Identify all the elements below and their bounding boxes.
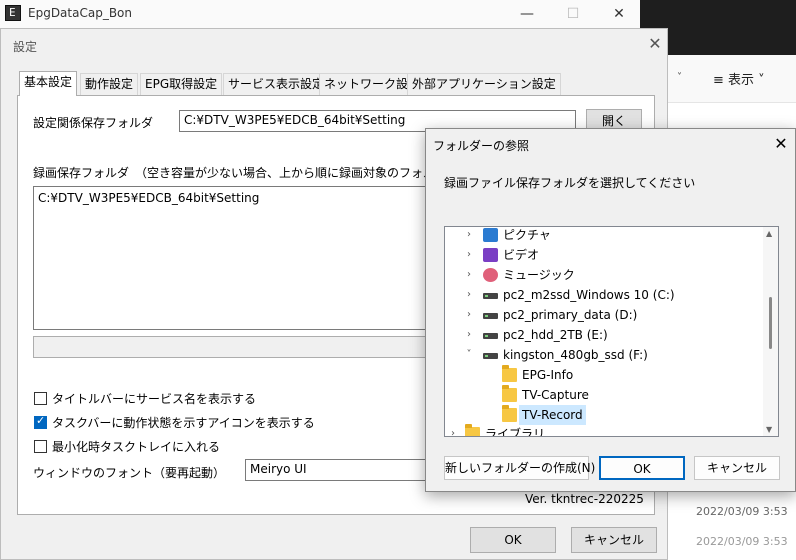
maximize-button[interactable]: ☐ [551, 2, 595, 26]
folder-icon [465, 424, 480, 436]
folder-icon [502, 405, 517, 422]
main-titlebar: EpgDataCap_Bon — ☐ ✕ [0, 0, 640, 28]
folder-tree[interactable]: › ピクチャ › ビデオ › ミュージック › pc2_m2ssd_Window… [444, 226, 779, 437]
tree-item-label: pc2_hdd_2TB (E:) [503, 328, 608, 342]
folder-dialog-instruction: 録画ファイル保存フォルダを選択してください [444, 176, 696, 190]
scroll-up-icon[interactable]: ▲ [766, 229, 772, 238]
main-window-title: EpgDataCap_Bon [28, 6, 132, 20]
tree-item[interactable]: › ライブラリ [445, 424, 763, 437]
explorer-chevron[interactable]: ˅ [677, 72, 682, 83]
tree-item[interactable]: › pc2_m2ssd_Windows 10 (C:) [445, 285, 763, 305]
minimize-button[interactable]: — [505, 2, 549, 26]
window-font-label: ウィンドウのフォント（要再起動） [33, 466, 226, 480]
expand-icon[interactable]: › [447, 424, 459, 436]
videos-icon [483, 248, 498, 262]
folder-cancel-button[interactable]: キャンセル [694, 456, 780, 480]
explorer-date: 2022/03/09 3:53 [696, 535, 788, 548]
folder-icon [502, 385, 517, 402]
tree-item[interactable]: › ビデオ [445, 245, 763, 265]
tree-item[interactable]: ˅ kingston_480gb_ssd (F:) [445, 345, 763, 365]
tree-scrollbar[interactable]: ▲ ▼ [763, 227, 778, 436]
expand-icon[interactable]: › [463, 265, 475, 285]
collapse-icon[interactable]: ˅ [463, 345, 475, 365]
windows-drive-icon [483, 293, 498, 299]
folder-icon [502, 365, 517, 382]
tab-basic[interactable]: 基本設定 [19, 71, 78, 96]
tree-item[interactable]: TV-Capture [445, 385, 763, 405]
pictures-icon [483, 228, 498, 242]
taskbar-icon-label: タスクバーに動作状態を示すアイコンを表示する [52, 416, 315, 430]
expand-icon[interactable]: › [463, 227, 475, 245]
music-icon [483, 268, 498, 282]
tree-item-label: ビデオ [503, 248, 540, 262]
drive-icon [483, 333, 498, 339]
tree-item-label: pc2_primary_data (D:) [503, 308, 638, 322]
new-folder-button[interactable]: 新しいフォルダーの作成(N) [444, 456, 595, 480]
tree-item-label: TV-Record [519, 405, 586, 425]
titlebar-service-label: タイトルバーにサービス名を表示する [52, 392, 257, 406]
drive-icon [483, 313, 498, 319]
expand-icon[interactable]: › [463, 325, 475, 345]
expand-icon[interactable]: › [463, 245, 475, 265]
taskbar-icon-checkbox[interactable] [34, 414, 47, 429]
version-text: Ver. tkntrec-220225 [525, 492, 644, 506]
tree-item-label: ミュージック [503, 268, 575, 282]
tree-item[interactable]: › pc2_primary_data (D:) [445, 305, 763, 325]
tree-item-selected[interactable]: TV-Record [445, 405, 763, 425]
folder-dialog-close-button[interactable]: ✕ [769, 133, 793, 155]
tab-external-app[interactable]: 外部アプリケーション設定 [407, 73, 561, 95]
tree-item-label: EPG-Info [522, 368, 574, 382]
tab-behavior[interactable]: 動作設定 [80, 73, 139, 95]
close-button[interactable]: ✕ [597, 2, 641, 26]
scroll-thumb[interactable] [769, 297, 772, 349]
setting-folder-label: 設定関係保存フォルダ [33, 116, 154, 130]
tree-item[interactable]: › ピクチャ [445, 227, 763, 245]
folder-dialog-title: フォルダーの参照 [433, 139, 530, 153]
explorer-date: 2022/03/09 3:53 [696, 505, 788, 518]
titlebar-service-checkbox[interactable] [34, 392, 47, 405]
app-icon [5, 5, 21, 21]
tree-item-label: kingston_480gb_ssd (F:) [503, 348, 648, 362]
tray-minimize-checkbox[interactable] [34, 440, 47, 453]
expand-icon[interactable]: › [463, 285, 475, 305]
tree-item[interactable]: › pc2_hdd_2TB (E:) [445, 325, 763, 345]
tree-item-label: pc2_m2ssd_Windows 10 (C:) [503, 288, 675, 302]
folder-browser-dialog: フォルダーの参照 ✕ 録画ファイル保存フォルダを選択してください › ピクチャ … [425, 128, 796, 492]
settings-ok-button[interactable]: OK [470, 527, 556, 553]
settings-close-button[interactable]: ✕ [645, 33, 665, 55]
rec-folder-list[interactable]: C:¥DTV_W3PE5¥EDCB_64bit¥Setting [33, 186, 433, 330]
explorer-view-button[interactable]: ≡ 表示 ˅ [713, 69, 765, 88]
network-drive-icon [483, 353, 498, 359]
folder-ok-button[interactable]: OK [599, 456, 685, 480]
tree-item-label: ライブラリ [485, 427, 546, 437]
tree-item-label: ピクチャ [503, 228, 551, 242]
window-font-field[interactable]: Meiryo UI [245, 459, 431, 481]
settings-cancel-button[interactable]: キャンセル [571, 527, 657, 553]
tab-service-display[interactable]: サービス表示設定 [223, 73, 330, 95]
tree-item-label: TV-Capture [522, 388, 589, 402]
scroll-down-icon[interactable]: ▼ [766, 425, 772, 434]
tree-item[interactable]: EPG-Info [445, 365, 763, 385]
tray-minimize-label: 最小化時タスクトレイに入れる [52, 440, 221, 454]
tab-epg[interactable]: EPG取得設定 [140, 73, 223, 95]
tree-item[interactable]: › ミュージック [445, 265, 763, 285]
rec-folder-item[interactable]: C:¥DTV_W3PE5¥EDCB_64bit¥Setting [38, 191, 428, 205]
settings-title: 設定 [13, 40, 38, 54]
rec-folder-input[interactable] [33, 336, 433, 358]
rec-folder-label: 録画保存フォルダ （空き容量が少ない場合、上から順に録画対象のフォルダとしま [33, 166, 426, 180]
expand-icon[interactable]: › [463, 305, 475, 325]
